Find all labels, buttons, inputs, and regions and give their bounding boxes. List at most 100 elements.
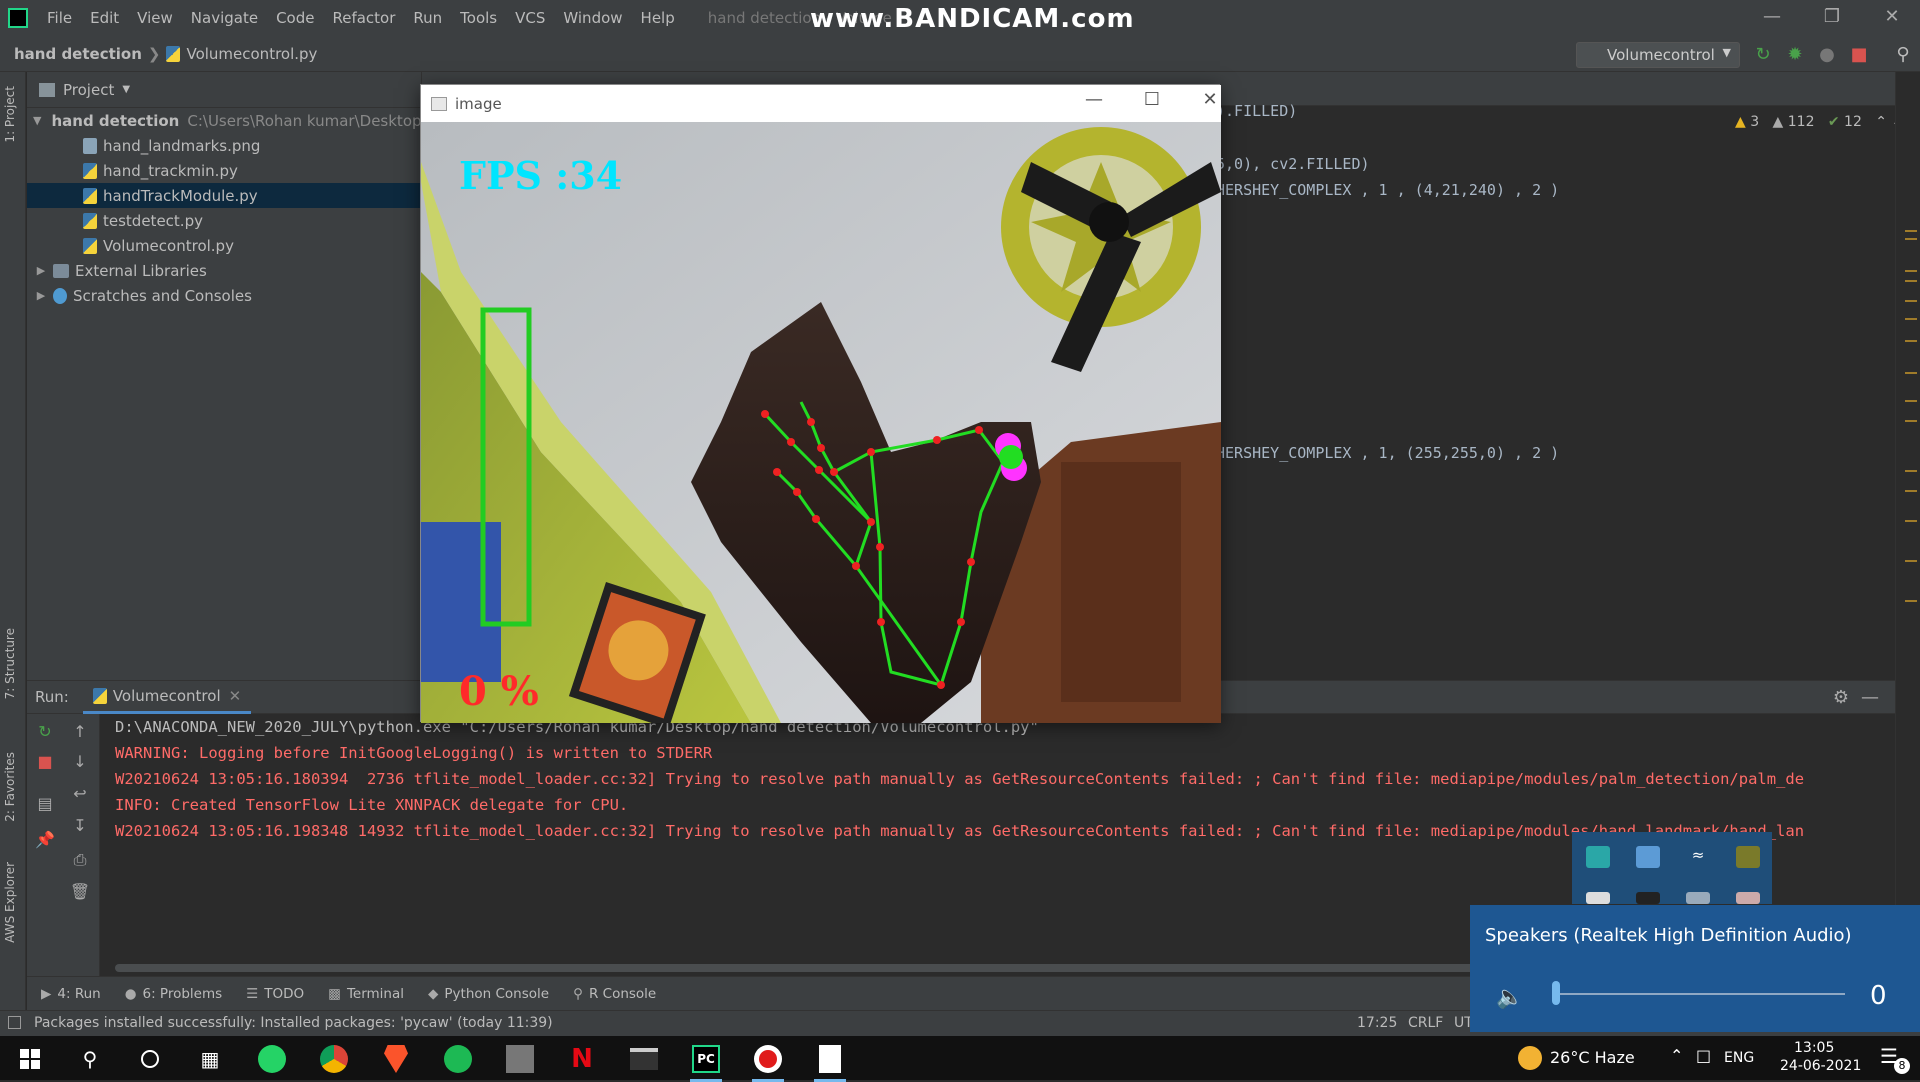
gutter-marker[interactable] — [1905, 560, 1917, 562]
favorites-tool-tab[interactable]: 2: Favorites — [3, 752, 17, 822]
arrow-up-icon[interactable]: ↑ — [69, 722, 91, 744]
brave-icon[interactable] — [374, 1042, 418, 1076]
stop-icon[interactable]: ■ — [34, 752, 56, 774]
menu-vcs[interactable]: VCS — [515, 9, 545, 27]
breadcrumb-project[interactable]: hand detection — [14, 45, 142, 63]
gutter-marker[interactable] — [1905, 490, 1917, 492]
debug-icon[interactable]: ✹ — [1784, 44, 1806, 66]
tree-file-volumecontrol[interactable]: Volumecontrol.py — [27, 233, 422, 258]
run-tab-volumecontrol[interactable]: Volumecontrol ✕ — [82, 681, 252, 714]
opencv-image-window[interactable]: image — ☐ ✕ FPS:34 0 % — [420, 84, 1221, 723]
minimize-button[interactable]: — — [1752, 6, 1792, 30]
gutter-marker[interactable] — [1905, 520, 1917, 522]
tab-problems[interactable]: ● 6: Problems — [125, 986, 222, 1002]
menu-help[interactable]: Help — [641, 9, 675, 27]
project-panel-header[interactable]: Project ▼ — [27, 72, 421, 108]
language-indicator[interactable]: ENG — [1724, 1050, 1754, 1066]
tree-file-hand-landmarks[interactable]: hand_landmarks.png — [27, 133, 422, 158]
gutter-marker[interactable] — [1905, 300, 1917, 302]
gutter-marker[interactable] — [1905, 372, 1917, 374]
console-horizontal-scrollbar[interactable] — [115, 964, 1475, 972]
menu-view[interactable]: View — [137, 9, 173, 27]
wifi-icon[interactable]: ≈ — [1686, 846, 1710, 868]
breadcrumb-file[interactable]: Volumecontrol.py — [186, 45, 317, 63]
image-window-close-button[interactable]: ✕ — [1187, 89, 1233, 117]
shield-icon[interactable] — [1586, 892, 1610, 904]
status-toggle-icon[interactable] — [8, 1016, 21, 1029]
tree-external-libraries[interactable]: ▶ External Libraries — [27, 258, 422, 283]
menu-file[interactable]: File — [47, 9, 72, 27]
bandicam-record-icon[interactable] — [746, 1042, 790, 1082]
project-tool-tab[interactable]: 1: Project — [3, 86, 17, 143]
start-button[interactable] — [8, 1042, 52, 1076]
search-icon[interactable]: ⚲ — [1892, 44, 1914, 66]
chevron-up-icon[interactable]: ⌃ — [1875, 114, 1887, 130]
task-view-icon[interactable]: ▦ — [188, 1042, 232, 1076]
speaker-icon[interactable]: 🔈 — [1496, 985, 1523, 1010]
pycharm-taskbar-icon[interactable]: PC — [684, 1042, 728, 1082]
tray-app-icon[interactable] — [1736, 846, 1760, 868]
gutter-marker[interactable] — [1905, 470, 1917, 472]
pin-icon[interactable]: 📌 — [34, 830, 56, 852]
gutter-marker[interactable] — [1905, 238, 1917, 240]
nvidia-icon[interactable] — [498, 1042, 542, 1076]
gear-icon[interactable]: ⚙ — [1833, 687, 1849, 708]
close-tab-icon[interactable]: ✕ — [229, 687, 242, 705]
clock-date[interactable]: 24-06-2021 — [1780, 1058, 1861, 1074]
tab-todo[interactable]: ☰ TODO — [246, 986, 304, 1002]
aws-explorer-tool-tab[interactable]: AWS Explorer — [3, 862, 17, 943]
file-icon[interactable] — [808, 1042, 852, 1082]
volume-slider-track[interactable] — [1555, 993, 1845, 995]
tray-app-icon[interactable] — [1736, 892, 1760, 904]
hide-panel-icon[interactable]: — — [1861, 687, 1879, 708]
structure-tool-tab[interactable]: 7: Structure — [3, 628, 17, 699]
tree-root-folder[interactable]: ▼ hand detection C:\Users\Rohan kumar\De… — [27, 108, 422, 133]
layout-icon[interactable]: ▤ — [34, 794, 56, 816]
chevron-up-icon[interactable]: ⌃ — [1670, 1046, 1683, 1065]
gutter-marker[interactable] — [1905, 280, 1917, 282]
volume-slider-thumb[interactable] — [1552, 981, 1560, 1005]
menu-navigate[interactable]: Navigate — [191, 9, 258, 27]
search-icon[interactable]: ⚲ — [68, 1042, 112, 1076]
gutter-marker[interactable] — [1905, 340, 1917, 342]
gutter-marker[interactable] — [1905, 420, 1917, 422]
tree-file-testdetect[interactable]: testdetect.py — [27, 208, 422, 233]
image-window-maximize-button[interactable]: ☐ — [1129, 89, 1175, 117]
tray-app-icon[interactable] — [1686, 892, 1710, 904]
menu-refactor[interactable]: Refactor — [332, 9, 395, 27]
tray-app-icon[interactable] — [1586, 846, 1610, 868]
trash-icon[interactable]: 🗑 — [69, 882, 91, 904]
tab-terminal[interactable]: ▩ Terminal — [328, 986, 404, 1002]
menu-code[interactable]: Code — [276, 9, 314, 27]
tab-python-console[interactable]: ◆ Python Console — [428, 986, 549, 1002]
rerun-icon[interactable]: ↻ — [34, 722, 56, 744]
status-message[interactable]: Packages installed successfully: Install… — [34, 1015, 553, 1031]
run-configuration-dropdown[interactable]: Volumecontrol ▼ — [1576, 42, 1740, 68]
tray-app-icon[interactable] — [1636, 892, 1660, 904]
gutter-marker[interactable] — [1905, 270, 1917, 272]
device-icon[interactable]: □ — [1696, 1046, 1711, 1065]
rerun-icon[interactable]: ↻ — [1752, 44, 1774, 66]
print-icon[interactable]: ⎙ — [69, 850, 91, 872]
menu-run[interactable]: Run — [413, 9, 442, 27]
inspection-widget[interactable]: ▲ 3 ▲ 112 ✔ 12 ⌃ ⌄ — [1735, 114, 1903, 130]
weather-text[interactable]: 26°C Haze — [1550, 1048, 1635, 1067]
weather-icon[interactable] — [1518, 1046, 1542, 1070]
clock-time[interactable]: 13:05 — [1794, 1040, 1834, 1056]
tray-app-icon[interactable] — [1636, 846, 1660, 868]
soft-wrap-icon[interactable]: ↩ — [69, 784, 91, 806]
gutter-marker[interactable] — [1905, 230, 1917, 232]
menu-tools[interactable]: Tools — [460, 9, 497, 27]
image-window-titlebar[interactable]: image — ☐ ✕ — [421, 85, 1221, 122]
close-button[interactable]: ✕ — [1872, 6, 1912, 30]
menu-edit[interactable]: Edit — [90, 9, 119, 27]
image-window-minimize-button[interactable]: — — [1071, 89, 1117, 117]
whatsapp-icon[interactable] — [250, 1042, 294, 1076]
tab-run[interactable]: ▶ 4: Run — [41, 986, 101, 1002]
gutter-marker[interactable] — [1905, 318, 1917, 320]
cortana-icon[interactable] — [128, 1042, 172, 1076]
audio-device-name[interactable]: Speakers (Realtek High Definition Audio) — [1485, 925, 1852, 946]
tree-file-hand-trackmin[interactable]: hand_trackmin.py — [27, 158, 422, 183]
restore-button[interactable]: ❐ — [1812, 6, 1852, 30]
tab-r-console[interactable]: ⚲ R Console — [573, 986, 656, 1002]
